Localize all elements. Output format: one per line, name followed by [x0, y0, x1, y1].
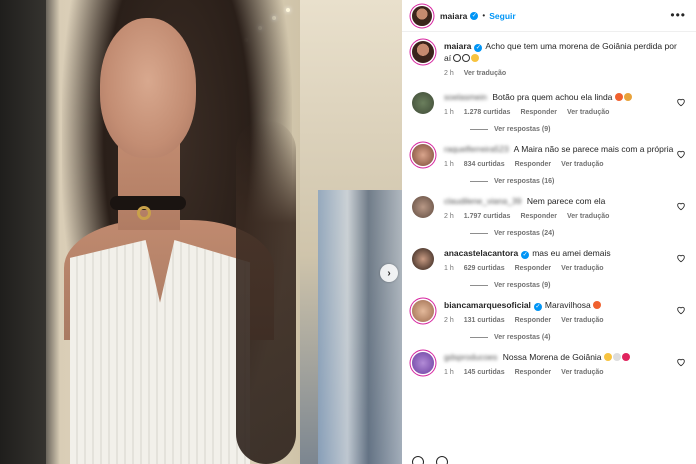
comment-likes[interactable]: 629 curtidas [464, 265, 505, 272]
comments-list: maiara ✓ Acho que tem uma morena de Goiâni… [402, 32, 696, 376]
caption-username[interactable]: maiara [444, 41, 471, 51]
photo-hair-strand [236, 120, 296, 464]
comment-avatar[interactable] [412, 92, 434, 114]
comment-username[interactable]: soelasmein [444, 92, 487, 102]
comment-time: 2 h [444, 317, 454, 324]
view-replies-button[interactable]: Ver respostas (16) [470, 178, 680, 185]
comment-likes[interactable]: 1.278 curtidas [464, 109, 511, 116]
reply-button[interactable]: Responder [515, 265, 552, 272]
verified-badge-icon: ✓ [470, 11, 479, 20]
reply-button[interactable]: Responder [520, 213, 557, 220]
reply-button[interactable]: Responder [515, 369, 552, 376]
comment-time: 1 h [444, 161, 454, 168]
comment-text: Nossa Morena de Goiânia [502, 352, 602, 362]
view-replies-button[interactable]: Ver respostas (9) [470, 282, 680, 289]
translate-button[interactable]: Ver tradução [561, 369, 603, 376]
heart-icon[interactable] [676, 357, 686, 367]
photo-door-frame [0, 0, 46, 464]
more-options-icon[interactable]: ••• [670, 8, 686, 22]
comment-avatar[interactable] [412, 300, 434, 322]
like-icon[interactable] [412, 456, 424, 464]
verified-badge-icon: ✓ [533, 303, 542, 311]
comment-username[interactable]: gdsproducoes [444, 352, 497, 362]
emoji-group-icon [603, 352, 631, 362]
comments-panel: maiara ✓ • Seguir ••• maiara ✓ Acho que te… [402, 0, 696, 464]
verified-badge-icon: ✓ [521, 251, 530, 259]
comment-item: anacastelacantora ✓ mas eu amei demais 1 h… [412, 247, 686, 289]
comment-time: 1 h [444, 265, 454, 272]
comment-username[interactable]: anacastelacantora [444, 248, 518, 258]
heart-icon[interactable] [676, 201, 686, 211]
eyes-emoji-icon [453, 53, 480, 63]
comment-item: biancamarquesoficial ✓ Maravilhosa 2 h 131… [412, 299, 686, 341]
comment-likes[interactable]: 145 curtidas [464, 369, 505, 376]
translate-button[interactable]: Ver tradução [561, 265, 603, 272]
comment-text: mas eu amei demais [532, 248, 611, 258]
comment-item: raquelferreira523 A Maira não se parece … [412, 143, 686, 185]
comment-avatar[interactable] [412, 196, 434, 218]
comment-avatar[interactable] [412, 248, 434, 270]
comment-time: 1 h [444, 369, 454, 376]
comment-item: claudilene_viana_39 Nem parece com ela 2… [412, 195, 686, 237]
heart-icon[interactable] [676, 149, 686, 159]
translate-button[interactable]: Ver tradução [561, 317, 603, 324]
comment-likes[interactable]: 834 curtidas [464, 161, 505, 168]
comment-text: A Maira não se parece mais com a própria [513, 144, 674, 154]
comment-time: 1 h [444, 109, 454, 116]
follow-button[interactable]: Seguir [489, 11, 515, 21]
author-username[interactable]: maiara [440, 11, 467, 21]
caption-time: 2 h [444, 70, 454, 77]
chevron-right-icon: › [387, 267, 391, 279]
comment-username[interactable]: raquelferreira523 [444, 144, 509, 154]
translate-button[interactable]: Ver tradução [561, 161, 603, 168]
comment-avatar[interactable] [412, 352, 434, 374]
caption-translate-button[interactable]: Ver tradução [464, 70, 506, 77]
reply-button[interactable]: Responder [515, 161, 552, 168]
heart-icon[interactable] [676, 253, 686, 263]
comment-text: Botão pra quem achou ela linda [492, 92, 613, 102]
comment-username[interactable]: claudilene_viana_39 [444, 196, 522, 206]
comment-text: Maravilhosa [544, 300, 591, 310]
translate-button[interactable]: Ver tradução [567, 109, 609, 116]
heart-icon[interactable] [676, 305, 686, 315]
heart-eyes-emoji-icon [614, 92, 633, 102]
comment-icon[interactable] [436, 456, 448, 464]
comment-item: soelasmein Botão pra quem achou ela lind… [412, 91, 686, 133]
photo-face [100, 18, 196, 158]
comment-time: 2 h [444, 213, 454, 220]
translate-button[interactable]: Ver tradução [567, 213, 609, 220]
post-header: maiara ✓ • Seguir ••• [402, 0, 696, 32]
comment-username[interactable]: biancamarquesoficial [444, 300, 531, 310]
comment-likes[interactable]: 131 curtidas [464, 317, 505, 324]
caption-avatar[interactable] [412, 41, 434, 63]
post-photo: › [0, 0, 402, 464]
comment-avatar[interactable] [412, 144, 434, 166]
post-caption: maiara ✓ Acho que tem uma morena de Goiâni… [412, 40, 686, 77]
photo-pendant [137, 206, 151, 220]
view-replies-button[interactable]: Ver respostas (24) [470, 230, 680, 237]
next-photo-button[interactable]: › [380, 264, 398, 282]
heart-icon[interactable] [676, 97, 686, 107]
comment-likes[interactable]: 1.797 curtidas [464, 213, 511, 220]
reply-button[interactable]: Responder [520, 109, 557, 116]
verified-badge-icon: ✓ [474, 44, 483, 52]
action-bar [402, 454, 696, 464]
author-avatar[interactable] [412, 5, 432, 26]
comment-text: Nem parece com ela [526, 196, 606, 206]
reply-button[interactable]: Responder [515, 317, 552, 324]
photo-clothes-rack [318, 190, 402, 464]
view-replies-button[interactable]: Ver respostas (9) [470, 126, 680, 133]
view-replies-button[interactable]: Ver respostas (4) [470, 334, 680, 341]
heart-eyes-emoji-icon [593, 300, 602, 310]
separator-dot: • [482, 11, 486, 20]
comment-item: gdsproducoes Nossa Morena de Goiânia 1 h… [412, 351, 686, 376]
